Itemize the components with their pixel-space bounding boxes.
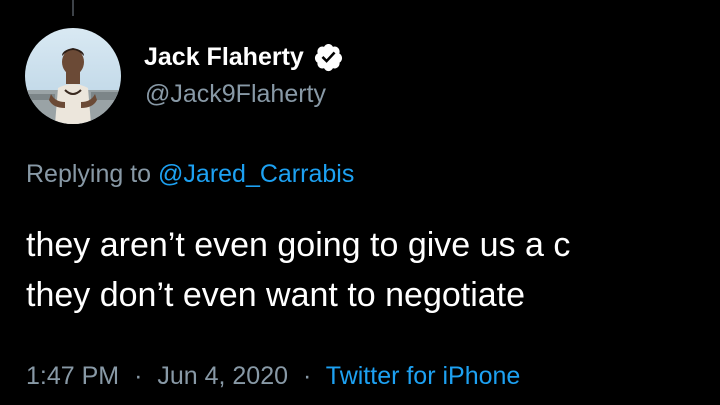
author-name-row: Jack Flaherty xyxy=(144,40,344,74)
tweet-date[interactable]: Jun 4, 2020 xyxy=(157,362,288,390)
tweet-text-line: they aren’t even going to give us a c xyxy=(26,226,571,264)
replying-to: Replying to @Jared_Carrabis xyxy=(26,160,354,189)
replying-to-handle-link[interactable]: @Jared_Carrabis xyxy=(158,160,354,188)
tweet-meta: 1:47 PM · Jun 4, 2020 · Twitter for iPho… xyxy=(26,362,520,391)
tweet-source-link[interactable]: Twitter for iPhone xyxy=(326,362,521,390)
avatar-photo-icon xyxy=(25,28,121,124)
author-handle[interactable]: @Jack9Flaherty xyxy=(145,80,326,109)
tweet-text-line: they don’t even want to negotiate xyxy=(26,276,526,314)
thread-connector-line xyxy=(72,0,74,16)
tweet-time[interactable]: 1:47 PM xyxy=(26,362,119,390)
replying-to-prefix: Replying to xyxy=(26,160,152,188)
meta-separator: · xyxy=(134,362,143,390)
author-display-name[interactable]: Jack Flaherty xyxy=(144,43,304,72)
verified-badge-icon xyxy=(313,42,344,73)
meta-separator: · xyxy=(302,362,312,390)
tweet-text: they aren’t even going to give us a c th… xyxy=(26,220,720,320)
avatar[interactable] xyxy=(25,28,121,124)
